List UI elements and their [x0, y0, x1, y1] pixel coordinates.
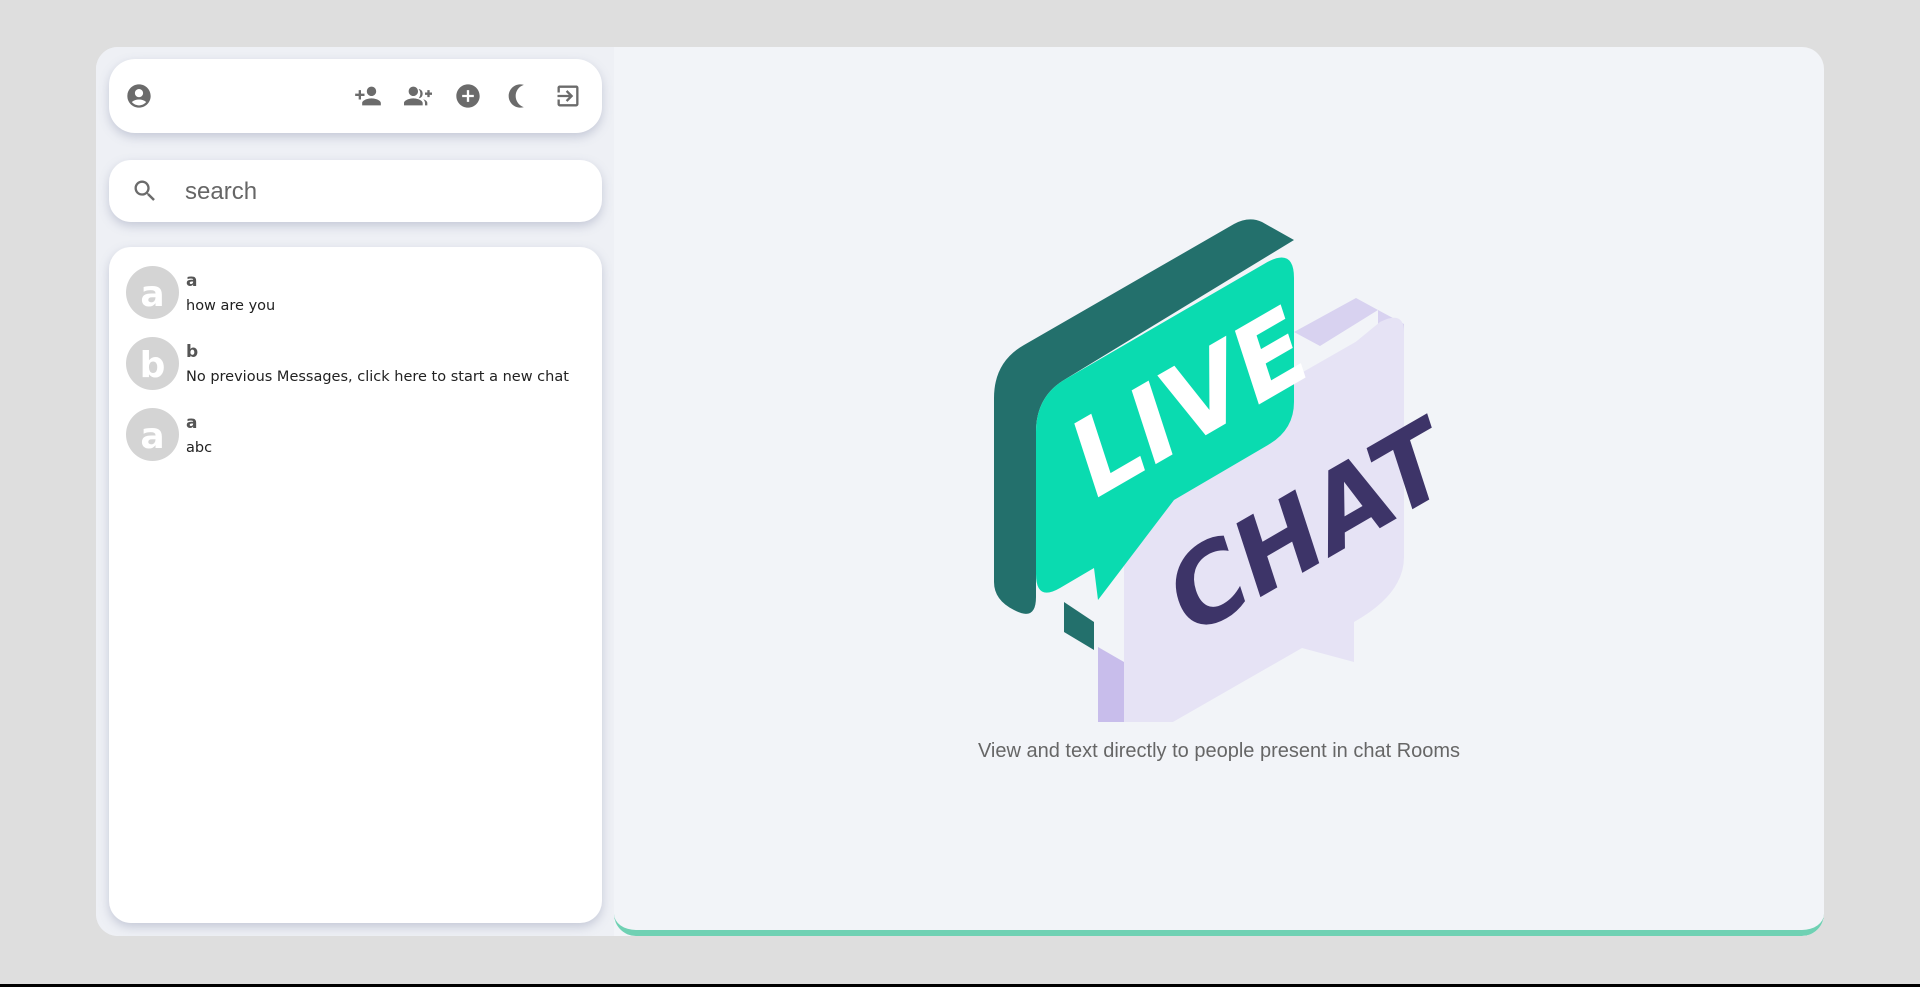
chat-last-message: abc [186, 440, 213, 456]
empty-state-caption: View and text directly to people present… [977, 740, 1461, 762]
chat-last-message: how are you [186, 298, 276, 314]
logout-icon[interactable] [552, 80, 584, 112]
search-input[interactable] [183, 172, 587, 212]
add-group-icon[interactable] [402, 80, 434, 112]
live-chat-illustration: CHAT LIVE [994, 219, 1460, 722]
add-person-icon[interactable] [352, 80, 384, 112]
chat-name: a [186, 271, 198, 291]
account-circle-icon[interactable] [123, 80, 155, 112]
chat-last-message: No previous Messages, click here to star… [186, 369, 569, 385]
toolbar [109, 59, 602, 133]
chat-list: a a how are you b b No previous Messages… [109, 247, 602, 923]
add-circle-icon[interactable] [452, 80, 484, 112]
search-bar [109, 160, 602, 222]
avatar: b [126, 337, 179, 390]
chat-name: b [186, 342, 199, 362]
dark-mode-icon[interactable] [502, 80, 534, 112]
main-panel: CHAT LIVE View and text directly to peop… [614, 47, 1824, 936]
chat-name: a [186, 413, 198, 433]
chat-list-item[interactable]: a a how are you [109, 266, 602, 332]
avatar: a [126, 408, 179, 461]
app-window: a a how are you b b No previous Messages… [96, 47, 1824, 936]
chat-list-item[interactable]: a a abc [109, 408, 602, 474]
search-icon [129, 175, 161, 207]
avatar: a [126, 266, 179, 319]
chat-list-item[interactable]: b b No previous Messages, click here to … [109, 337, 602, 403]
sidebar: a a how are you b b No previous Messages… [96, 47, 614, 936]
